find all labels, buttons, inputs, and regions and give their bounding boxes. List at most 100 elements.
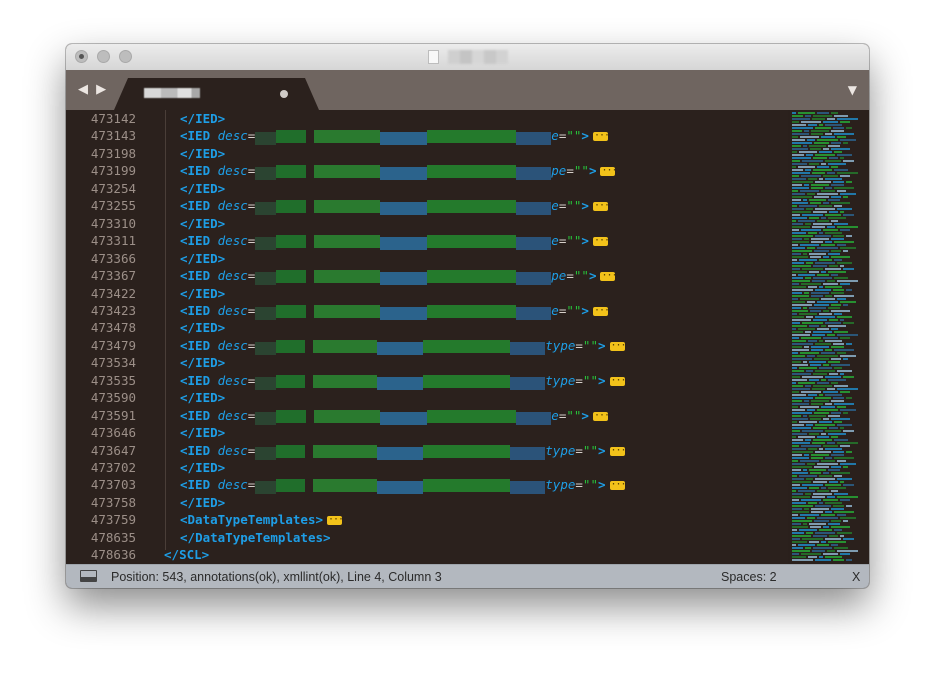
unsaved-dot-icon[interactable] (280, 90, 288, 98)
line-number[interactable]: 473758 (66, 494, 136, 511)
line-number[interactable]: 473702 (66, 459, 136, 476)
line-number[interactable]: 473703 (66, 476, 136, 493)
code-line[interactable]: </IED> (180, 145, 225, 162)
code-line[interactable]: <IED desc= e=""> (180, 232, 609, 251)
fold-marker-icon[interactable] (327, 511, 343, 528)
minimap-line (819, 502, 823, 504)
line-number[interactable]: 473366 (66, 250, 136, 267)
minimap-line (792, 361, 801, 363)
fold-marker-icon[interactable] (592, 197, 609, 214)
fold-marker-icon[interactable] (609, 476, 626, 493)
minimap-line (834, 187, 854, 189)
tag-name: DataTypeTemplates (187, 512, 316, 528)
redaction-pixel (275, 374, 305, 388)
line-number[interactable]: 473423 (66, 302, 136, 319)
equals-sign: = (247, 337, 256, 353)
code-line[interactable]: </IED> (180, 389, 225, 406)
minimap[interactable] (788, 110, 869, 564)
line-number[interactable]: 473535 (66, 372, 136, 389)
fold-marker-icon[interactable] (609, 337, 626, 354)
code-line[interactable]: <IED desc= type=""> (180, 372, 626, 390)
minimize-window-button[interactable] (97, 50, 110, 63)
line-number[interactable]: 473647 (66, 442, 136, 459)
code-line[interactable]: </IED> (180, 494, 225, 511)
code-line[interactable]: <IED desc= type=""> (180, 442, 626, 460)
code-line[interactable]: <IED desc= e=""> (180, 407, 609, 425)
line-number[interactable]: 478636 (66, 546, 136, 563)
line-number[interactable]: 473759 (66, 511, 136, 528)
code-line[interactable]: </IED> (180, 285, 225, 302)
fold-marker-icon[interactable] (600, 267, 617, 284)
code-line[interactable]: <IED desc= e=""> (180, 127, 609, 146)
redaction-pixel (275, 479, 305, 493)
indentation-selector[interactable]: Spaces: 2 (721, 570, 777, 584)
zoom-window-button[interactable] (119, 50, 132, 63)
code-line[interactable]: <IED desc= e=""> (180, 302, 609, 320)
code-line[interactable]: </DataTypeTemplates> (180, 529, 331, 546)
minimap-line (792, 238, 802, 240)
close-window-button[interactable] (75, 50, 88, 63)
code-editor[interactable]: 473142 473143 473198 473199 473254 473255 4733… (66, 110, 869, 564)
toggle-panel-icon[interactable] (80, 570, 97, 582)
tab-menu-dropdown-icon[interactable]: ▼ (848, 83, 857, 97)
fold-marker-icon[interactable] (592, 302, 609, 319)
syntax-selector[interactable]: X (852, 570, 860, 584)
line-number[interactable]: 473479 (66, 337, 136, 354)
minimap-line (815, 262, 835, 264)
minimap-line (825, 133, 832, 135)
tag-bracket: < (180, 128, 188, 144)
minimap-line (840, 517, 856, 519)
line-number[interactable]: 473646 (66, 424, 136, 441)
minimap-line (825, 295, 832, 297)
code-line[interactable]: </IED> (180, 459, 225, 476)
redaction-pixel (313, 444, 378, 458)
line-number[interactable]: 473590 (66, 389, 136, 406)
attribute-value: "" (566, 233, 582, 249)
line-number[interactable]: 473310 (66, 215, 136, 232)
line-number[interactable]: 473142 (66, 110, 136, 127)
minimap-line (792, 370, 804, 372)
fold-marker-icon[interactable] (609, 372, 626, 389)
minimap-line (792, 253, 801, 255)
fold-marker-icon[interactable] (600, 162, 617, 179)
code-line[interactable]: </IED> (180, 180, 225, 197)
code-line[interactable]: <IED desc= e=""> (180, 197, 609, 216)
minimap-line (846, 559, 852, 561)
line-number[interactable]: 473367 (66, 267, 136, 284)
minimap-line (792, 118, 810, 120)
tab-active-file[interactable] (114, 78, 319, 110)
document-icon (428, 50, 439, 64)
line-number[interactable]: 473311 (66, 232, 136, 249)
line-number[interactable]: 473534 (66, 354, 136, 371)
code-line[interactable]: <IED desc= pe=""> (180, 162, 617, 181)
fold-marker-icon[interactable] (592, 407, 609, 424)
line-number[interactable]: 473255 (66, 197, 136, 214)
code-line[interactable]: </IED> (180, 424, 225, 441)
fold-marker-icon[interactable] (592, 127, 609, 144)
line-number[interactable]: 473199 (66, 162, 136, 179)
line-number[interactable]: 473143 (66, 127, 136, 144)
line-number[interactable]: 478635 (66, 529, 136, 546)
code-line[interactable]: <DataTypeTemplates> (180, 511, 343, 528)
code-line[interactable]: </IED> (180, 215, 225, 232)
line-number[interactable]: 473478 (66, 319, 136, 336)
code-line[interactable]: </IED> (180, 110, 225, 127)
code-line[interactable]: </IED> (180, 354, 225, 371)
tab-navigation-arrows-icon[interactable]: ◀ ▶ (78, 82, 108, 97)
line-number[interactable]: 473591 (66, 407, 136, 424)
code-line[interactable]: </IED> (180, 250, 225, 267)
code-line[interactable]: </SCL> (164, 546, 209, 563)
minimap-line (809, 163, 819, 165)
line-number[interactable]: 473422 (66, 285, 136, 302)
code-line[interactable]: <IED desc= pe=""> (180, 267, 617, 286)
code-line[interactable]: <IED desc= type=""> (180, 476, 626, 495)
fold-marker-icon[interactable] (592, 232, 609, 249)
code-line[interactable]: </IED> (180, 319, 225, 336)
code-line[interactable]: <IED desc= type=""> (180, 337, 626, 355)
minimap-line (792, 307, 801, 309)
minimap-line (807, 139, 815, 141)
fold-marker-icon[interactable] (609, 442, 626, 459)
line-number[interactable]: 473198 (66, 145, 136, 162)
line-number[interactable]: 473254 (66, 180, 136, 197)
